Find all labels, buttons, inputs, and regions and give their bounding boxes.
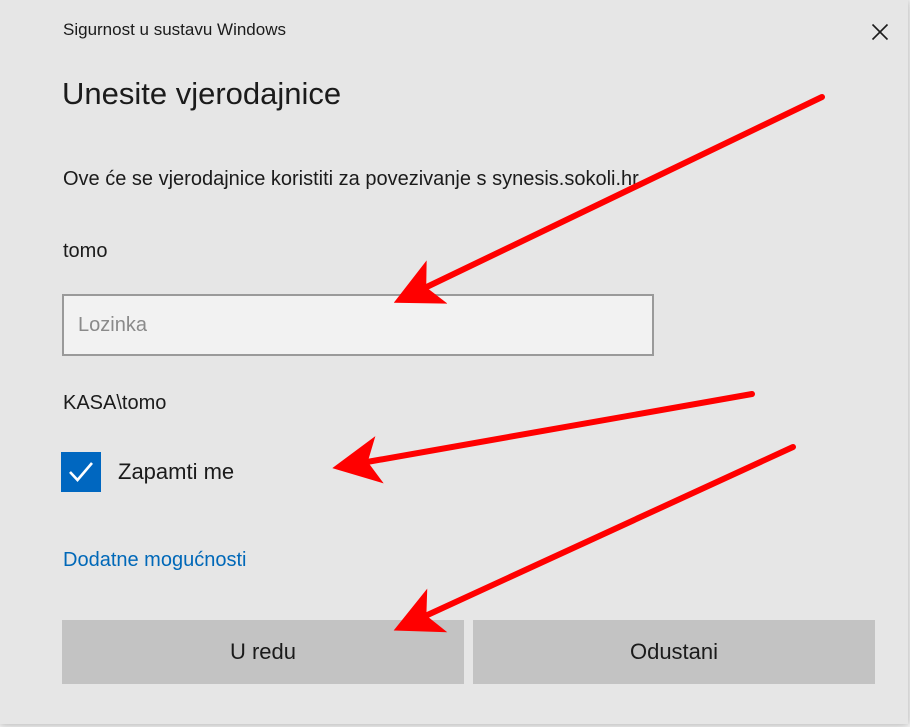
dialog-description: Ove će se vjerodajnice koristiti za pove…: [63, 168, 644, 190]
password-input[interactable]: [62, 294, 654, 356]
window-title: Sigurnost u sustavu Windows: [63, 20, 286, 39]
cancel-button[interactable]: Odustani: [473, 620, 875, 684]
checkmark-icon: [69, 462, 93, 482]
domain-user-label: KASA\tomo: [63, 392, 167, 414]
more-options-link[interactable]: Dodatne mogućnosti: [63, 549, 246, 572]
remember-me-label: Zapamti me: [118, 459, 235, 484]
close-icon: [871, 23, 889, 41]
username-label: tomo: [63, 240, 108, 262]
ok-button[interactable]: U redu: [62, 620, 464, 684]
remember-me-row[interactable]: Zapamti me: [61, 452, 234, 492]
dialog-heading: Unesite vjerodajnice: [62, 76, 342, 111]
screenshot-stage: Sigurnost u sustavu Windows Unesite vjer…: [0, 0, 910, 727]
remember-checkbox[interactable]: [61, 452, 101, 492]
credentials-dialog: Sigurnost u sustavu Windows Unesite vjer…: [0, 0, 908, 724]
close-button[interactable]: [862, 14, 898, 50]
